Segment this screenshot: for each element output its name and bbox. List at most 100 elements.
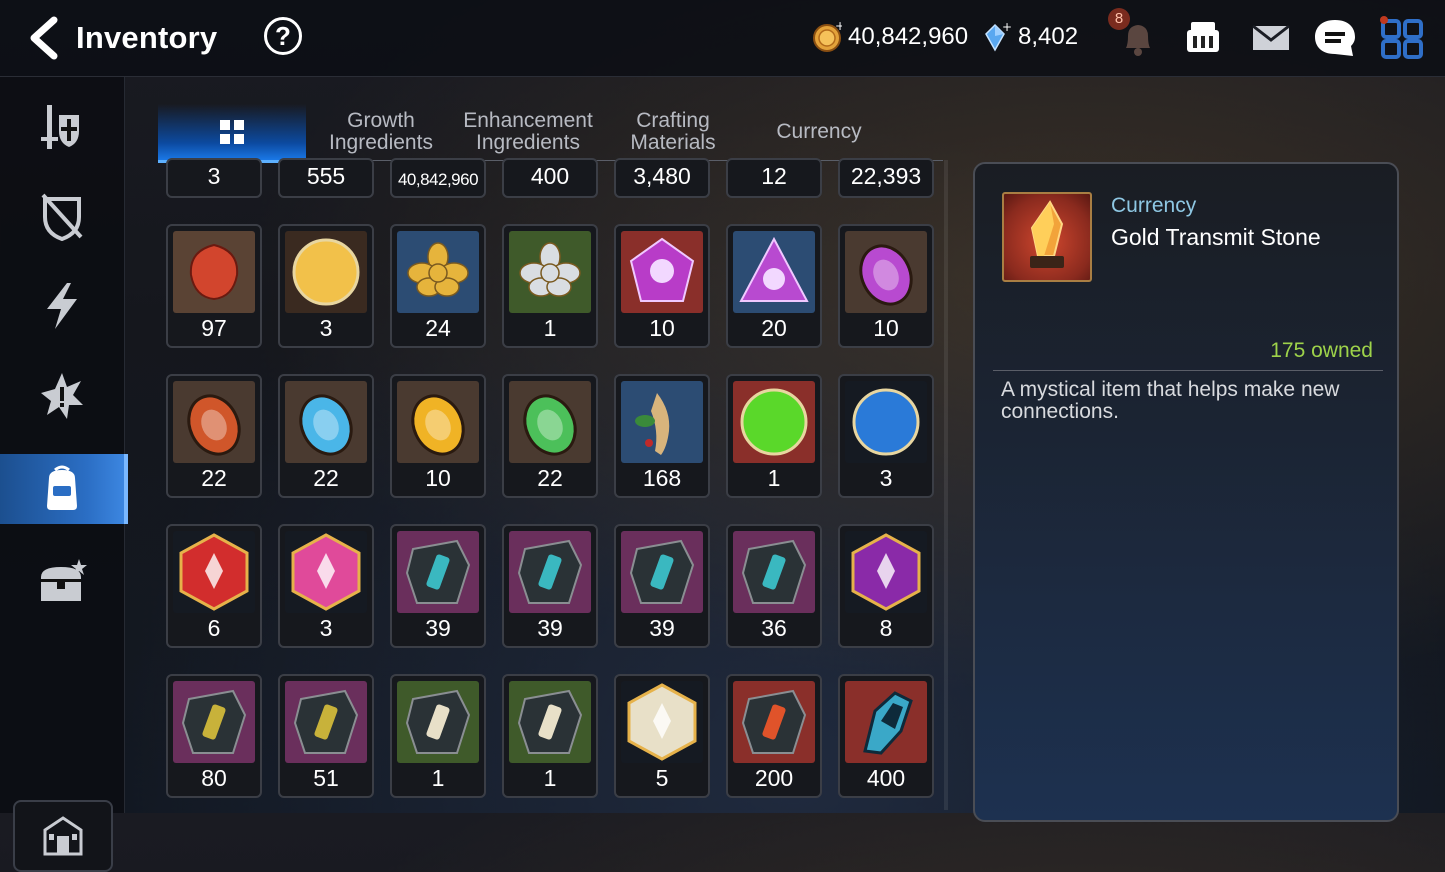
item-cell[interactable]: 400 (838, 674, 934, 798)
item-cell[interactable]: 80 (166, 674, 262, 798)
item-cell[interactable]: 22 (166, 374, 262, 498)
grid-scrollbar[interactable] (944, 160, 948, 810)
item-cell[interactable]: 5 (614, 674, 710, 798)
earth-rune-icon (509, 381, 591, 463)
item-quantity: 555 (306, 163, 346, 189)
shop-icon[interactable] (1181, 16, 1225, 60)
gold-flower-icon (397, 231, 479, 313)
item-cell[interactable]: 22 (278, 374, 374, 498)
item-quantity: 22,393 (850, 163, 922, 189)
item-cell[interactable]: 40,842,960 (390, 158, 486, 198)
item-quantity: 40,842,960 (397, 170, 479, 189)
purple-moon-gem-large-icon (621, 231, 703, 313)
item-cell[interactable]: 400 (502, 158, 598, 198)
item-quantity: 5 (655, 765, 669, 791)
armor-rune-icon (621, 531, 703, 613)
red-hex-gem-icon (173, 531, 255, 613)
item-detail-panel: Currency Gold Transmit Stone 175 owned A… (973, 162, 1399, 822)
item-quantity: 51 (313, 765, 339, 791)
sidebar-item-skill[interactable] (0, 271, 124, 341)
item-cell[interactable]: 10 (614, 224, 710, 348)
item-cell[interactable]: 3 (838, 374, 934, 498)
item-cell[interactable]: 3 (278, 224, 374, 348)
item-quantity: 10 (873, 315, 899, 341)
treasure-chest-icon (41, 559, 87, 601)
silver-flower-icon (509, 231, 591, 313)
sidebar-item-equipment[interactable] (0, 91, 124, 161)
item-quantity: 22 (313, 465, 339, 491)
chat-icon[interactable] (1313, 16, 1357, 60)
item-quantity: 22 (537, 465, 563, 491)
item-cell[interactable]: 1 (726, 374, 822, 498)
crystal-shard-icon (845, 681, 927, 763)
broken-shield-icon (41, 193, 83, 241)
item-cell[interactable]: 1 (502, 674, 598, 798)
item-cell[interactable]: 8 (838, 524, 934, 648)
sidebar-item-chest[interactable] (0, 547, 124, 617)
item-cell[interactable]: 22,393 (838, 158, 934, 198)
item-quantity: 3 (207, 163, 221, 189)
item-cell[interactable]: 39 (614, 524, 710, 648)
owned-count: 175 owned (1270, 339, 1373, 362)
item-quantity: 10 (425, 465, 451, 491)
item-cell[interactable]: 10 (390, 374, 486, 498)
item-quantity: 6 (207, 615, 221, 641)
item-cell[interactable]: 22 (502, 374, 598, 498)
item-cell[interactable]: 97 (166, 224, 262, 348)
item-name: Gold Transmit Stone (1111, 224, 1321, 250)
sword-shield-icon (41, 105, 79, 149)
item-cell[interactable]: 39 (502, 524, 598, 648)
item-cell[interactable]: 1 (502, 224, 598, 348)
white-hex-rune-icon (621, 681, 703, 763)
item-description: A mystical item that helps make new conn… (1001, 378, 1340, 423)
menu-grid-icon[interactable] (1380, 16, 1424, 60)
magma-stone-icon (733, 681, 815, 763)
item-quantity: 168 (642, 465, 682, 491)
item-cell[interactable]: 12 (726, 158, 822, 198)
helm-rune-icon (509, 531, 591, 613)
crystal-amount: 8,402 (1018, 23, 1079, 50)
backpack-icon (47, 465, 77, 510)
item-cell[interactable]: 168 (614, 374, 710, 498)
item-cell[interactable]: 555 (278, 158, 374, 198)
item-quantity: 10 (649, 315, 675, 341)
item-cell[interactable]: 20 (726, 224, 822, 348)
crystal-icon: + (985, 22, 1012, 52)
sidebar-item-items[interactable] (0, 454, 128, 524)
sidebar-item-artifact[interactable] (0, 181, 124, 251)
item-quantity: 36 (761, 615, 787, 641)
crystal-currency[interactable]: + 8,402 (982, 22, 1078, 52)
item-cell[interactable]: 3,480 (614, 158, 710, 198)
item-cell[interactable]: 3 (278, 524, 374, 648)
purple-moon-gem-icon (733, 231, 815, 313)
item-cell[interactable]: 3 (166, 158, 262, 198)
item-cell[interactable]: 39 (390, 524, 486, 648)
town-button[interactable] (13, 800, 113, 872)
divider (993, 370, 1383, 371)
item-cell[interactable]: 6 (166, 524, 262, 648)
item-cell[interactable]: 1 (390, 674, 486, 798)
item-cell[interactable]: 36 (726, 524, 822, 648)
item-quantity: 97 (201, 315, 227, 341)
bolt-rune-icon (285, 681, 367, 763)
sidebar-item-special[interactable] (0, 361, 124, 431)
item-quantity: 8 (879, 615, 893, 641)
item-cell[interactable]: 24 (390, 224, 486, 348)
item-cell[interactable]: 10 (838, 224, 934, 348)
item-quantity: 3,480 (633, 163, 691, 189)
light-rune-icon (397, 381, 479, 463)
item-cell[interactable]: 200 (726, 674, 822, 798)
item-quantity: 3 (879, 465, 893, 491)
item-category: Currency (1111, 194, 1197, 217)
svg-text:+: + (1002, 22, 1012, 34)
item-quantity: 39 (537, 615, 563, 641)
left-sidebar (0, 77, 128, 872)
ice-rune-icon (285, 381, 367, 463)
gold-transmit-stone-icon (1002, 192, 1092, 282)
town-icon (43, 816, 83, 856)
mail-icon[interactable] (1249, 16, 1293, 60)
item-cell[interactable]: 51 (278, 674, 374, 798)
back-arrow-icon[interactable] (22, 14, 66, 62)
item-quantity: 39 (649, 615, 675, 641)
notification-badge: 8 (1108, 8, 1130, 30)
